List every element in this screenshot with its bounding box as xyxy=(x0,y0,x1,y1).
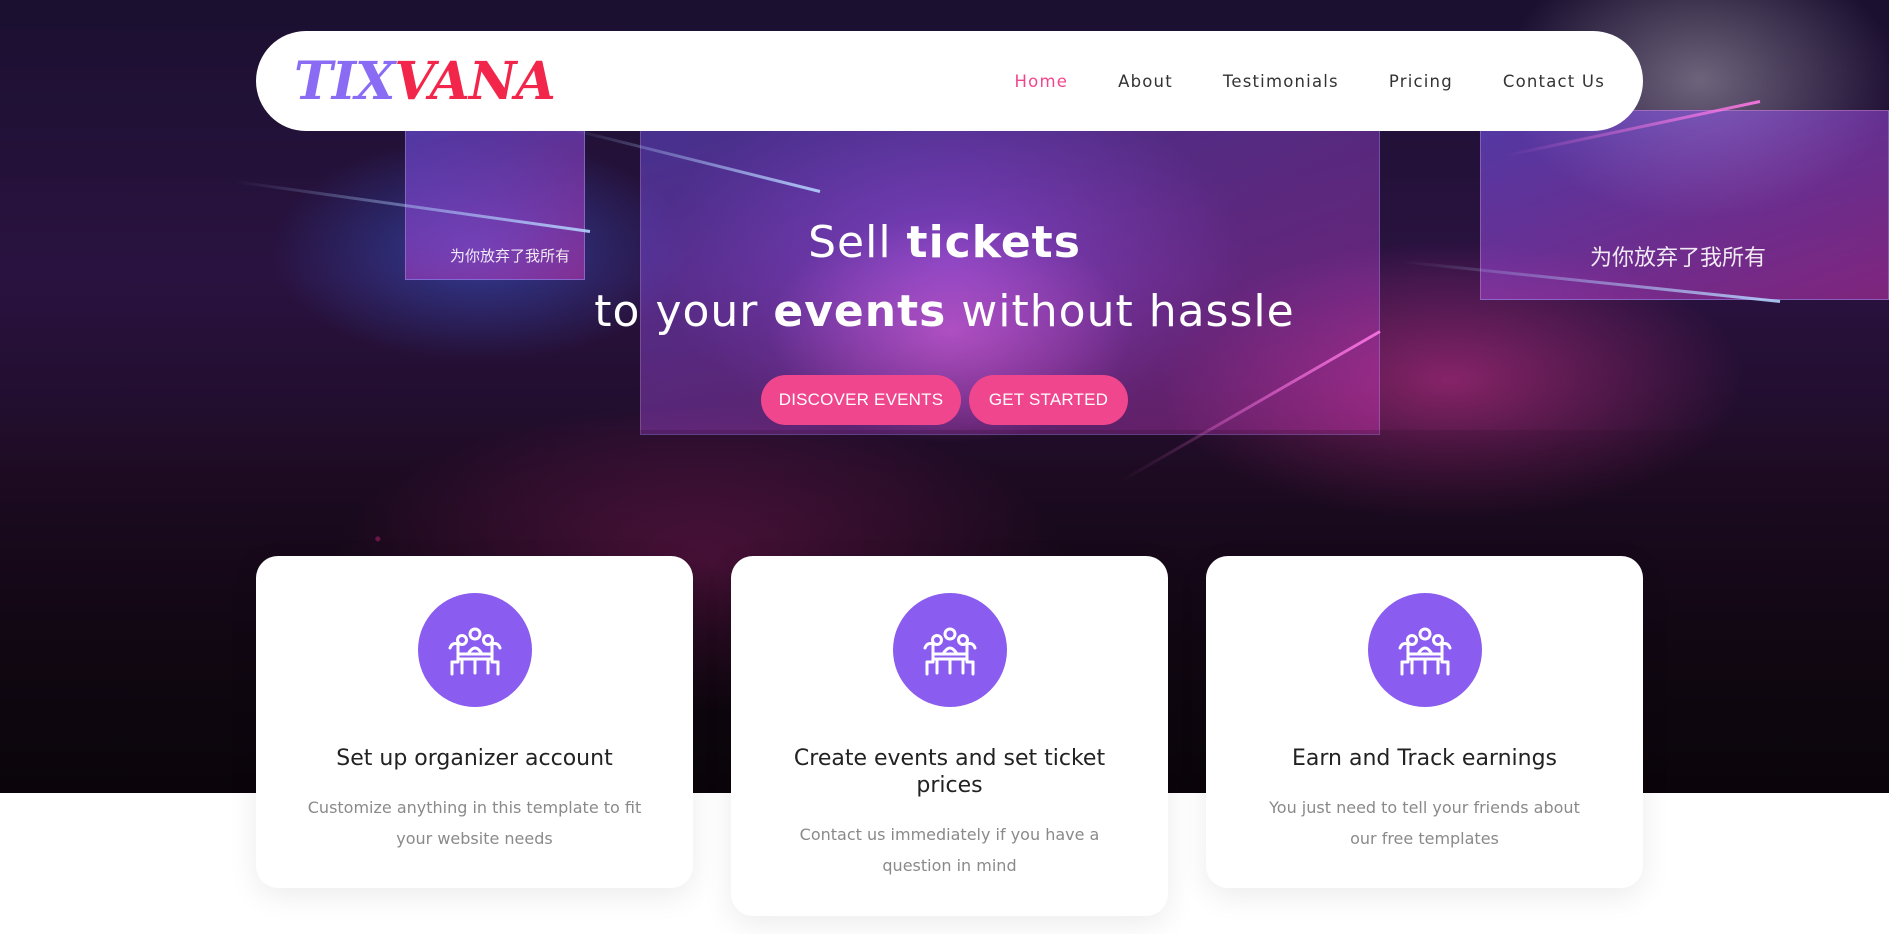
headline-emphasis: tickets xyxy=(906,217,1081,268)
feature-icon-circle xyxy=(892,593,1007,707)
feature-icon-circle xyxy=(417,593,532,707)
main-nav: Home About Testimonials Pricing Contact … xyxy=(1015,72,1605,91)
nav-testimonials[interactable]: Testimonials xyxy=(1223,72,1339,91)
feature-title: Earn and Track earnings xyxy=(1291,746,1558,771)
feature-description: Contact us immediately if you have a que… xyxy=(799,825,1100,875)
hero-headline: Sell tickets to your events without hass… xyxy=(0,210,1889,348)
headline-line-2: to your events without hassle xyxy=(0,276,1889,348)
meeting-table-icon xyxy=(1398,627,1451,676)
feature-title: Set up organizer account xyxy=(336,746,613,771)
hero-cta-group: DISCOVER EVENTS GET STARTED xyxy=(0,375,1889,425)
headline-emphasis: events xyxy=(773,286,947,337)
nav-home[interactable]: Home xyxy=(1015,72,1069,91)
nav-about[interactable]: About xyxy=(1118,72,1173,91)
headline-text: Sell xyxy=(808,217,907,268)
meeting-table-icon xyxy=(448,627,501,676)
feature-icon-circle xyxy=(1367,593,1482,707)
headline-text: to your xyxy=(594,286,774,337)
logo-part2: VANA xyxy=(394,50,556,112)
feature-title: Create events and set ticket prices xyxy=(793,746,1106,798)
nav-pricing[interactable]: Pricing xyxy=(1389,72,1453,91)
headline-line-1: Sell tickets xyxy=(0,210,1889,276)
tixvana-logo[interactable]: TIXVANA xyxy=(294,50,556,112)
nav-contact-us[interactable]: Contact Us xyxy=(1503,72,1605,91)
meeting-table-icon xyxy=(923,627,976,676)
headline-text: without hassle xyxy=(946,286,1295,337)
feature-description: Customize anything in this template to f… xyxy=(307,798,642,848)
feature-description: You just need to tell your friends about… xyxy=(1269,798,1580,848)
navbar: TIXVANA Home About Testimonials Pricing … xyxy=(256,31,1643,131)
feature-card: Earn and Track earnings You just need to… xyxy=(1206,556,1643,888)
discover-events-button[interactable]: DISCOVER EVENTS xyxy=(761,375,961,425)
get-started-button[interactable]: GET STARTED xyxy=(969,375,1128,425)
logo-part1: TIX xyxy=(294,50,395,112)
feature-card: Create events and set ticket prices Cont… xyxy=(731,556,1168,916)
feature-card: Set up organizer account Customize anyth… xyxy=(256,556,693,888)
